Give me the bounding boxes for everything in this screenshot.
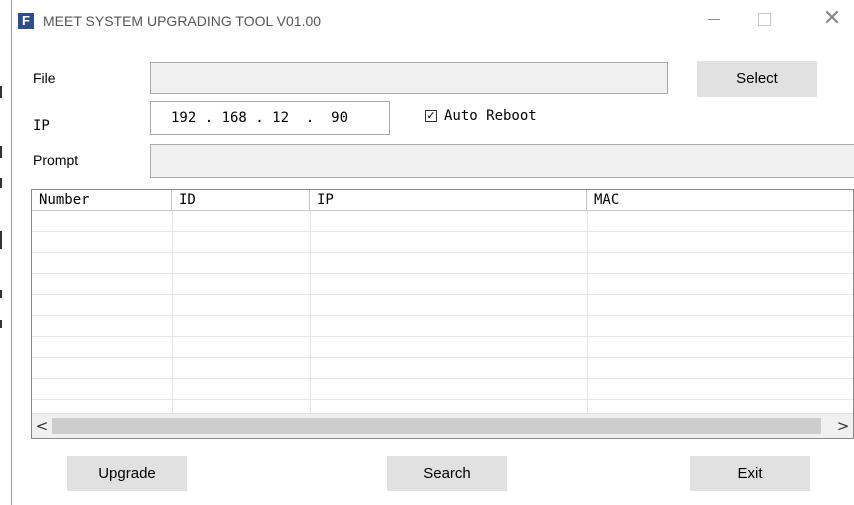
auto-reboot-label: Auto Reboot — [444, 108, 537, 124]
device-list-table[interactable]: Number ID IP MAC < > — [31, 189, 854, 439]
table-row — [32, 252, 853, 253]
search-button[interactable]: Search — [387, 456, 507, 491]
window-border — [11, 0, 12, 505]
auto-reboot-option[interactable]: ✓ Auto Reboot — [425, 108, 537, 124]
ip-label: IP — [33, 118, 50, 134]
column-header-mac[interactable]: MAC — [587, 190, 853, 210]
edge-mark — [0, 231, 2, 249]
prompt-field — [150, 144, 854, 178]
table-row — [32, 315, 853, 316]
exit-button[interactable]: Exit — [690, 456, 810, 491]
table-row — [32, 399, 853, 400]
grid-line — [587, 210, 588, 415]
auto-reboot-checkbox[interactable]: ✓ — [425, 110, 437, 122]
scrollbar-thumb[interactable] — [52, 418, 821, 434]
table-row — [32, 231, 853, 232]
table-row — [32, 378, 853, 379]
grid-line — [310, 210, 311, 415]
column-header-number[interactable]: Number — [32, 190, 172, 210]
ip-address-input[interactable]: 192 . 168 . 12 . 90 — [150, 101, 390, 135]
maximize-button[interactable] — [744, 4, 784, 34]
maximize-icon — [757, 12, 771, 26]
close-icon: ✕ — [822, 6, 842, 31]
scroll-left-icon[interactable]: < — [32, 414, 52, 438]
column-header-ip[interactable]: IP — [310, 190, 587, 210]
table-row — [32, 273, 853, 274]
app-icon: F — [18, 13, 34, 29]
table-row — [32, 357, 853, 358]
select-button[interactable]: Select — [697, 61, 817, 97]
window-title: MEET SYSTEM UPGRADING TOOL V01.00 — [43, 13, 322, 29]
edge-mark — [0, 86, 2, 98]
column-header-id[interactable]: ID — [172, 190, 310, 210]
file-path-field[interactable] — [150, 62, 668, 94]
table-row — [32, 294, 853, 295]
upgrade-button[interactable]: Upgrade — [67, 456, 187, 491]
minimize-icon — [708, 18, 720, 20]
edge-mark — [0, 178, 2, 188]
horizontal-scrollbar[interactable]: < > — [32, 413, 853, 438]
prompt-label: Prompt — [33, 152, 79, 168]
table-row — [32, 336, 853, 337]
table-header: Number ID IP MAC — [32, 190, 853, 211]
scroll-right-icon[interactable]: > — [833, 414, 853, 438]
app-window: F MEET SYSTEM UPGRADING TOOL V01.00 ✕ Fi… — [11, 0, 854, 505]
edge-mark — [0, 320, 2, 328]
grid-line — [172, 210, 173, 415]
edge-mark — [0, 146, 2, 158]
edge-mark — [0, 290, 2, 298]
file-label: File — [33, 70, 56, 86]
minimize-button[interactable] — [694, 4, 734, 34]
close-button[interactable]: ✕ — [812, 4, 852, 34]
